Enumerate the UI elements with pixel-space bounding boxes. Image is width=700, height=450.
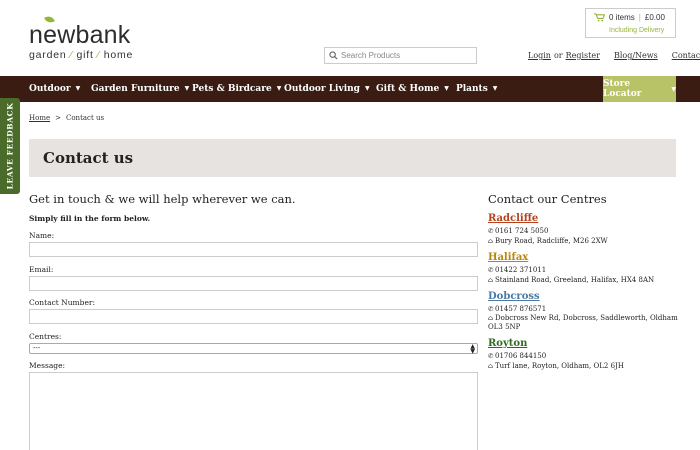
centre-royton-link[interactable]: Royton [488, 338, 527, 349]
name-label: Name: [29, 231, 55, 240]
caret-down-icon: ▼ [364, 85, 370, 92]
search-input[interactable] [341, 51, 471, 60]
phone-icon: ✆ [488, 305, 494, 313]
leave-feedback-tab[interactable]: LEAVE FEEDBACK [0, 98, 20, 194]
nav-item-garden-furniture[interactable]: Garden Furniture ▼ [91, 84, 189, 94]
blog-news-link[interactable]: Blog/News [614, 51, 658, 60]
newbank-logo[interactable]: newbank garden ⁄ gift ⁄ home [29, 14, 134, 61]
logo-wordmark: newbank [29, 21, 131, 49]
centre-radcliffe-link[interactable]: Radcliffe [488, 213, 538, 224]
centres-select[interactable]: --- ▲ ▼ [29, 343, 478, 355]
centre-phone: ✆ 01706 844150 [488, 352, 547, 360]
cart-total: £0.00 [644, 13, 665, 22]
nav-item-gift-home[interactable]: Gift & Home ▼ [376, 84, 449, 94]
caret-down-icon: ▼ [184, 85, 190, 92]
nav-item-plants[interactable]: Plants ▼ [456, 84, 497, 94]
search-box[interactable] [324, 47, 477, 64]
login-link[interactable]: Login [528, 51, 551, 60]
centre-address: ⌂ Bury Road, Radcliffe, M26 2XW [488, 237, 608, 245]
centre-dobcross-link[interactable]: Dobcross [488, 291, 540, 302]
phone-icon: ✆ [488, 266, 494, 274]
store-locator-button[interactable]: Store Locator ▼ [603, 76, 676, 102]
centre-phone: ✆ 01422 371011 [488, 266, 547, 274]
phone-icon: ✆ [488, 352, 494, 360]
cart-delivery-note: Including Delivery [609, 27, 665, 34]
page-title: Contact us [43, 149, 134, 167]
centre-address: ⌂ Turf lane, Royton, Oldham, OL2 6JH [488, 362, 624, 370]
centres-label: Centres: [29, 332, 62, 341]
register-link[interactable]: Register [566, 51, 600, 60]
name-field[interactable] [29, 242, 478, 257]
message-label: Message: [29, 361, 66, 370]
message-textarea[interactable] [29, 372, 478, 450]
home-icon: ⌂ [488, 276, 493, 284]
centres-heading: Contact our Centres [488, 192, 607, 206]
caret-down-icon: ▼ [444, 85, 449, 92]
breadcrumb-current: Contact us [65, 114, 105, 122]
contact-us-link[interactable]: Contact Us [672, 51, 700, 60]
caret-down-icon: ▼ [276, 85, 282, 92]
centre-phone: ✆ 01457 876571 [488, 305, 547, 313]
home-icon: ⌂ [488, 314, 493, 322]
mini-cart[interactable]: 0 items | £0.00 Including Delivery [585, 8, 676, 38]
logo-tagline: garden ⁄ gift ⁄ home [29, 49, 134, 61]
nav-item-outdoor-living[interactable]: Outdoor Living ▼ [284, 84, 370, 94]
form-instructions: Simply fill in the form below. [29, 214, 151, 223]
home-icon: ⌂ [488, 362, 493, 370]
cart-icon [594, 13, 605, 22]
centre-address: ⌂ Stainland Road, Greeland, Halifax, HX4 … [488, 276, 655, 284]
centre-halifax-link[interactable]: Halifax [488, 252, 528, 263]
search-icon [329, 51, 338, 60]
nav-item-pets-birdcare[interactable]: Pets & Birdcare ▼ [192, 84, 281, 94]
contact-number-field[interactable] [29, 309, 478, 324]
cart-item-count: 0 items [609, 13, 635, 22]
home-icon: ⌂ [488, 237, 493, 245]
centre-address-line-2: OL3 5NP [488, 323, 521, 331]
centre-address: ⌂ Dobcross New Rd, Dobcross, Saddleworth,… [488, 314, 678, 322]
caret-down-icon: ▼ [671, 85, 676, 93]
breadcrumb-home-link[interactable]: Home [29, 114, 50, 122]
page-title-bar: Contact us [29, 139, 676, 177]
caret-down-icon: ▼ [492, 85, 498, 92]
account-links: LoginorRegisterBlog/NewsContact Us [528, 51, 700, 60]
form-intro-heading: Get in touch & we will help wherever we … [29, 192, 296, 206]
site-header: newbank garden ⁄ gift ⁄ home 0 items | £… [0, 0, 700, 76]
nav-item-outdoor[interactable]: Outdoor ▼ [29, 84, 80, 94]
select-arrows-icon: ▲ ▼ [470, 343, 475, 355]
email-field[interactable] [29, 276, 478, 291]
breadcrumb: Home > Contact us [29, 114, 105, 122]
contact-number-label: Contact Number: [29, 298, 96, 307]
email-label: Email: [29, 265, 54, 274]
main-nav: Outdoor ▼ Garden Furniture ▼ Pets & Birdca… [0, 76, 700, 102]
phone-icon: ✆ [488, 227, 494, 235]
centre-phone: ✆ 0161 724 5050 [488, 227, 549, 235]
caret-down-icon: ▼ [75, 85, 81, 92]
